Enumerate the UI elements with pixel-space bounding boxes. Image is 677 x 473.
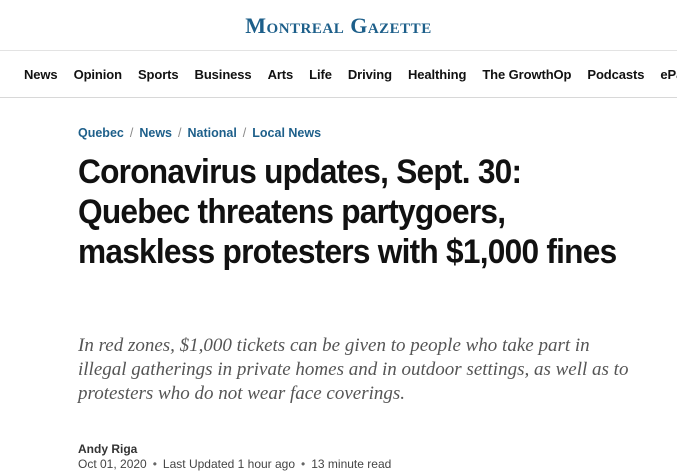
- article-deck: In red zones, $1,000 tickets can be give…: [78, 335, 629, 404]
- breadcrumb-separator: /: [129, 126, 134, 140]
- nav-item-opinion[interactable]: Opinion: [74, 67, 123, 82]
- author-name[interactable]: Andy Riga: [78, 442, 137, 456]
- read-time: 13 minute read: [311, 457, 392, 471]
- nav-item-epaper[interactable]: ePaper: [660, 67, 677, 82]
- breadcrumb-separator: /: [178, 126, 182, 140]
- breadcrumb-separator: /: [242, 126, 247, 140]
- article-meta: Oct 01, 2020 • Last Updated 1 hour ago • 13 …: [78, 457, 391, 471]
- breadcrumb-quebec[interactable]: Quebec: [78, 126, 124, 140]
- meta-separator: •: [152, 457, 157, 471]
- nav-item-life[interactable]: Life: [309, 67, 332, 82]
- nav-item-business[interactable]: Business: [195, 67, 252, 82]
- nav-item-arts[interactable]: Arts: [268, 67, 294, 82]
- article-headline: Coronavirus updates, Sept. 30: Quebec th…: [78, 153, 617, 271]
- breadcrumb-news[interactable]: News: [139, 126, 172, 140]
- publish-date: Oct 01, 2020: [78, 457, 147, 471]
- nav-item-growthop[interactable]: The GrowthOp: [482, 67, 571, 82]
- nav-item-driving[interactable]: Driving: [348, 67, 392, 82]
- breadcrumb-local-news[interactable]: Local News: [252, 126, 321, 140]
- masthead: Montreal Gazette: [0, 0, 677, 51]
- nav-item-healthing[interactable]: Healthing: [408, 67, 466, 82]
- nav-item-podcasts[interactable]: Podcasts: [587, 67, 644, 82]
- main-nav: News Opinion Sports Business Arts Life D…: [0, 51, 677, 98]
- nav-item-news[interactable]: News: [24, 67, 58, 82]
- meta-separator: •: [301, 457, 306, 471]
- breadcrumb: Quebec / News / National / Local News: [78, 126, 321, 140]
- last-updated: Last Updated 1 hour ago: [162, 457, 296, 471]
- site-logo[interactable]: Montreal Gazette: [245, 13, 431, 39]
- nav-item-sports[interactable]: Sports: [138, 67, 179, 82]
- breadcrumb-national[interactable]: National: [187, 126, 236, 140]
